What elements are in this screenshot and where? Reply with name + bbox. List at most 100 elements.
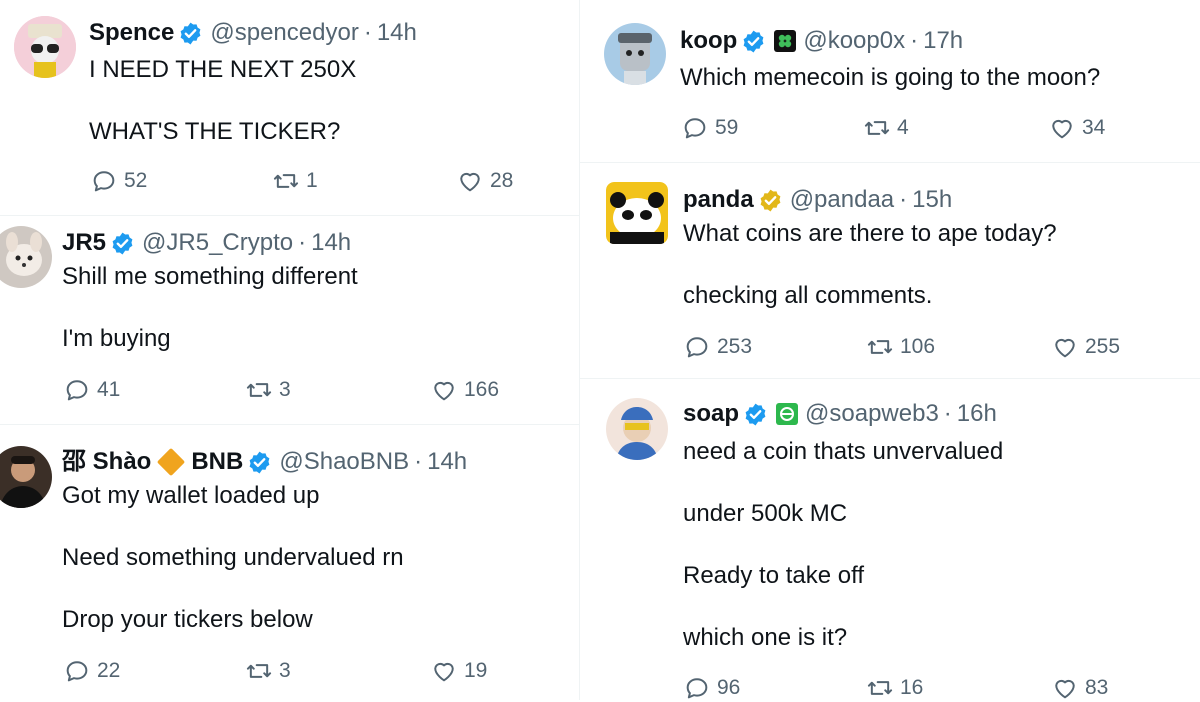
- tweet-text: I NEED THE NEXT 250X WHAT'S THE TICKER?: [89, 56, 356, 146]
- reply-button[interactable]: 52: [90, 167, 147, 195]
- tweet-line: Ready to take off: [683, 562, 865, 589]
- avatar[interactable]: [606, 182, 668, 244]
- like-button[interactable]: 28: [456, 167, 513, 195]
- tweet-line: under 500k MC: [683, 500, 848, 527]
- like-button[interactable]: 34: [1048, 114, 1105, 142]
- display-name[interactable]: Spence: [89, 19, 174, 47]
- reply-icon: [686, 337, 708, 358]
- tweet-text: Shill me something different I'm buying: [62, 263, 358, 353]
- avatar[interactable]: [0, 226, 52, 288]
- timestamp[interactable]: 17h: [923, 27, 963, 55]
- reply-count: 59: [715, 116, 739, 139]
- handle[interactable]: @soapweb3: [805, 400, 939, 428]
- handle[interactable]: @koop0x: [803, 27, 905, 55]
- display-name[interactable]: soap: [683, 400, 739, 428]
- repost-count: 3: [279, 378, 291, 401]
- tweet-divider: [580, 162, 1200, 163]
- like-button[interactable]: 19: [430, 657, 487, 685]
- like-button[interactable]: 255: [1051, 333, 1120, 361]
- repost-button[interactable]: 4: [863, 114, 909, 142]
- repost-button[interactable]: 1: [272, 167, 318, 195]
- repost-count: 16: [900, 676, 924, 699]
- like-count: 255: [1085, 335, 1121, 358]
- tweet-line: WHAT'S THE TICKER?: [89, 118, 341, 145]
- avatar[interactable]: [0, 446, 52, 508]
- reply-count: 22: [97, 659, 121, 682]
- repost-button[interactable]: 3: [245, 376, 291, 404]
- repost-icon: [246, 664, 272, 678]
- handle[interactable]: @ShaoBNB: [279, 448, 409, 476]
- like-count: 19: [464, 659, 488, 682]
- tweet-line: Shill me something different: [62, 263, 358, 290]
- heart-icon: [1052, 119, 1072, 139]
- avatar[interactable]: [14, 16, 76, 78]
- green-tag-icon: [776, 403, 799, 425]
- reply-icon: [66, 380, 88, 401]
- tweet-line: I NEED THE NEXT 250X: [89, 56, 357, 83]
- bnb-diamond-icon: [157, 447, 186, 477]
- tweet-divider: [0, 424, 579, 425]
- tweet-line: need a coin thats unvervalued: [683, 438, 1004, 465]
- handle[interactable]: @spencedyor: [210, 19, 358, 47]
- clover-tag-icon: [774, 30, 797, 52]
- reply-button[interactable]: 59: [681, 114, 738, 142]
- tweet-text: Which memecoin is going to the moon?: [680, 64, 1100, 92]
- tweet-text: Got my wallet loaded up Need something u…: [62, 482, 404, 634]
- heart-icon: [434, 381, 454, 401]
- repost-button[interactable]: 3: [245, 657, 291, 685]
- heart-icon: [434, 662, 454, 682]
- tweet-line: checking all comments.: [683, 282, 933, 309]
- timestamp[interactable]: 14h: [427, 448, 467, 476]
- avatar[interactable]: [606, 398, 668, 460]
- like-count: 166: [464, 378, 500, 401]
- avatar[interactable]: [604, 23, 666, 85]
- reply-button[interactable]: 96: [683, 674, 740, 702]
- repost-button[interactable]: 16: [866, 674, 923, 702]
- tweet-line: I'm buying: [62, 325, 171, 352]
- reply-icon: [686, 678, 708, 699]
- reply-button[interactable]: 253: [683, 333, 752, 361]
- heart-icon: [1055, 679, 1075, 699]
- heart-icon: [1055, 338, 1075, 358]
- separator-dot: ·: [414, 448, 423, 475]
- verified-badge-icon: [247, 450, 272, 475]
- display-name-prefix[interactable]: 邵 Shào: [62, 448, 151, 476]
- like-count: 34: [1082, 116, 1106, 139]
- tweet-line: What coins are there to ape today?: [683, 220, 1057, 247]
- timestamp[interactable]: 15h: [912, 186, 952, 214]
- reply-icon: [93, 171, 115, 192]
- repost-icon: [864, 121, 890, 135]
- display-name[interactable]: panda: [683, 186, 754, 214]
- handle[interactable]: @pandaa: [790, 186, 894, 214]
- display-name-suffix[interactable]: BNB: [191, 448, 243, 476]
- like-count: 28: [490, 169, 514, 192]
- timestamp[interactable]: 14h: [377, 19, 417, 47]
- separator-dot: ·: [943, 400, 952, 427]
- tweet-divider: [580, 378, 1200, 379]
- repost-count: 4: [897, 116, 909, 139]
- repost-button[interactable]: 106: [866, 333, 935, 361]
- verified-badge-icon: [743, 402, 768, 427]
- like-button[interactable]: 166: [430, 376, 499, 404]
- tweet-line: Got my wallet loaded up: [62, 482, 320, 509]
- display-name[interactable]: koop: [680, 27, 737, 55]
- tweet-line: Drop your tickers below: [62, 606, 313, 633]
- display-name[interactable]: JR5: [62, 229, 106, 257]
- like-count: 83: [1085, 676, 1109, 699]
- handle[interactable]: @JR5_Crypto: [142, 229, 293, 257]
- reply-icon: [66, 661, 88, 682]
- reply-count: 96: [717, 676, 741, 699]
- verified-gold-badge-icon: [758, 188, 783, 213]
- reply-button[interactable]: 22: [63, 657, 120, 685]
- timestamp[interactable]: 14h: [311, 229, 351, 257]
- reply-button[interactable]: 41: [63, 376, 120, 404]
- like-button[interactable]: 83: [1051, 674, 1108, 702]
- tweet-divider: [0, 215, 579, 216]
- separator-dot: ·: [899, 186, 908, 213]
- reply-count: 52: [124, 169, 148, 192]
- reply-count: 253: [717, 335, 753, 358]
- repost-count: 106: [900, 335, 936, 358]
- timestamp[interactable]: 16h: [957, 400, 997, 428]
- tweet-line: Need something undervalued rn: [62, 544, 404, 571]
- tweet-text: need a coin thats unvervalued under 500k…: [683, 438, 1003, 652]
